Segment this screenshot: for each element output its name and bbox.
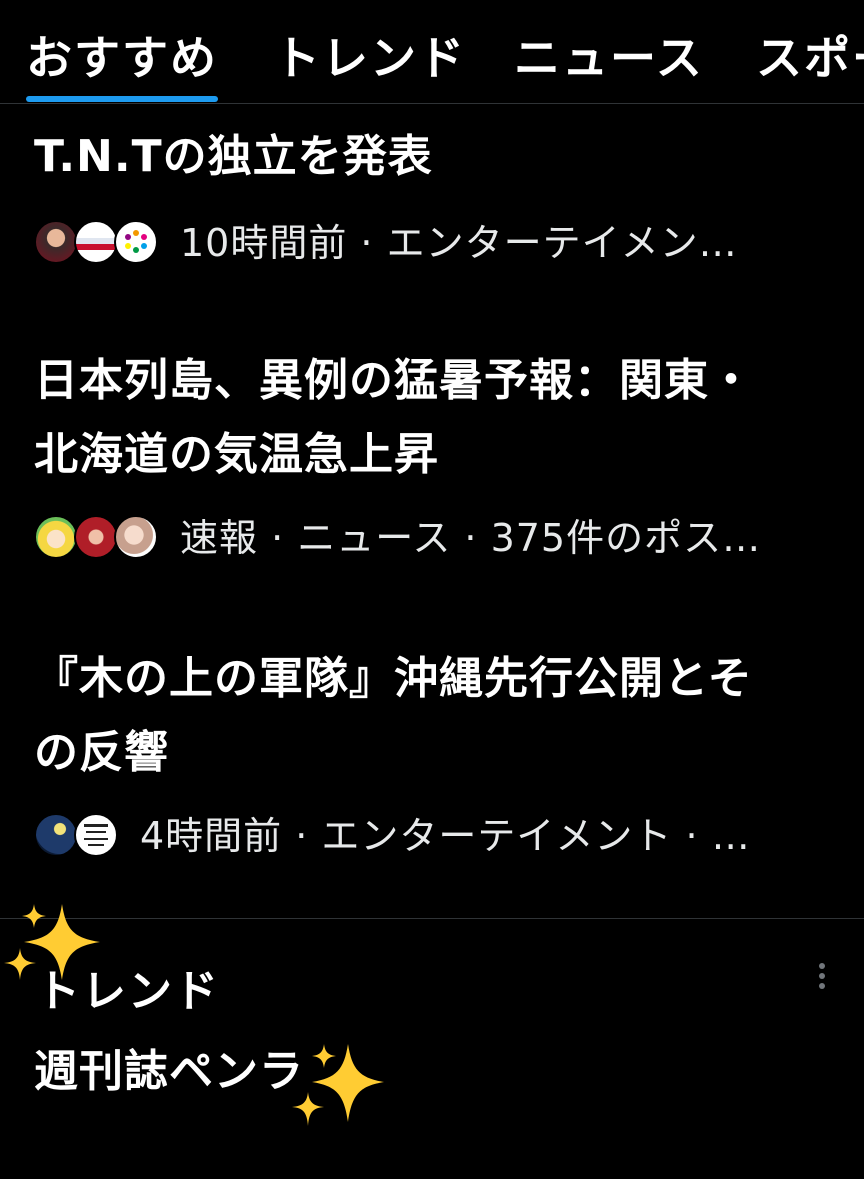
avatar (114, 515, 158, 559)
tab-trending[interactable]: トレンド (274, 28, 466, 88)
movie-logo-icon (84, 824, 108, 846)
story-meta-text: 10時間前 · エンターテイメン… (180, 221, 738, 265)
story-title[interactable]: 日本列島、異例の猛暑予報：関東・ 北海道の気温急上昇 (34, 344, 834, 492)
story-meta: 10時間前 · エンターテイメン… (34, 218, 844, 268)
tab-bar: おすすめ トレンド ニュース スポーツ (0, 0, 864, 104)
avatar (34, 813, 78, 857)
avatar (74, 515, 118, 559)
sparkles-icon (4, 904, 100, 980)
avatar (74, 220, 118, 264)
avatar (114, 220, 158, 264)
story-title[interactable]: 『木の上の軍隊』沖縄先行公開とそ の反響 (34, 642, 834, 790)
avatar (74, 813, 118, 857)
story-meta-text: 速報 · ニュース · 375件のポス… (180, 516, 762, 560)
story-title[interactable]: T.N.Tの独立を発表 (34, 120, 834, 194)
trend-name[interactable]: 週刊誌ペンラ (34, 1042, 304, 1102)
active-tab-indicator (26, 96, 218, 102)
story-meta: 速報 · ニュース · 375件のポス… (34, 513, 844, 563)
tab-sports[interactable]: スポーツ (756, 28, 864, 88)
more-vertical-icon[interactable] (812, 958, 832, 994)
story-meta: 4時間前 · エンターテイメント · … (34, 811, 844, 861)
avatar (34, 220, 78, 264)
avatar (34, 515, 78, 559)
tab-recommended[interactable]: おすすめ (26, 28, 218, 88)
tab-news[interactable]: ニュース (514, 28, 704, 88)
story-meta-text: 4時間前 · エンターテイメント · … (140, 814, 751, 858)
sparkles-icon (292, 1044, 384, 1126)
news-logo-icon (125, 230, 147, 253)
section-divider (0, 918, 864, 919)
